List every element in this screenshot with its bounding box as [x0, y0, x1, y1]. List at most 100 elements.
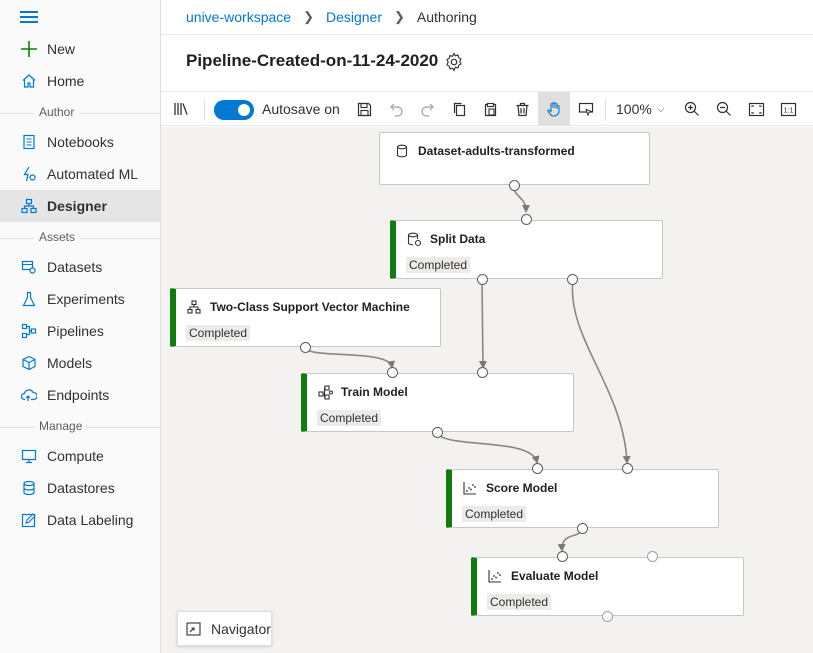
nav-data-labeling-label: Data Labeling — [47, 512, 134, 528]
node-evaluate-model-title: Evaluate Model — [511, 569, 599, 583]
nav-data-labeling[interactable]: Data Labeling — [0, 504, 160, 536]
hamburger-menu-icon[interactable] — [20, 11, 38, 25]
node-split-data[interactable]: Split Data Completed — [390, 220, 663, 279]
monitor-icon — [20, 447, 38, 465]
notebook-icon — [20, 133, 38, 151]
settings-gear-icon[interactable] — [444, 52, 464, 72]
fit-screen-icon[interactable] — [743, 92, 769, 126]
nav-new-label: New — [47, 41, 76, 57]
navigator-icon — [186, 621, 202, 637]
zoom-in-icon[interactable] — [679, 92, 705, 126]
nav-pipelines[interactable]: Pipelines — [0, 315, 160, 347]
node-dataset[interactable]: Dataset-adults-transformed — [379, 132, 650, 185]
nav-compute-label: Compute — [47, 448, 104, 464]
breadcrumb: unive-workspace ❯ Designer ❯ Authoring — [186, 9, 477, 25]
nav-compute[interactable]: Compute — [0, 440, 160, 472]
copy-icon[interactable] — [446, 92, 472, 126]
node-train-model[interactable]: Train Model Completed — [301, 373, 574, 432]
port-svm-output[interactable] — [300, 342, 311, 353]
section-manage: Manage — [0, 419, 160, 435]
port-evaluate-output[interactable] — [602, 611, 613, 622]
model-tree-icon — [186, 299, 202, 315]
chevron-right-icon: ❯ — [394, 9, 405, 24]
designer-icon — [20, 197, 38, 215]
pipeline-icon — [20, 322, 38, 340]
nav-datasets[interactable]: Datasets — [0, 251, 160, 283]
navigator-button[interactable]: Navigator — [177, 611, 272, 646]
pipeline-canvas[interactable]: Dataset-adults-transformed Split Data Co… — [161, 127, 813, 653]
save-icon[interactable] — [351, 92, 377, 126]
nav-home-label: Home — [47, 73, 85, 89]
nav-notebooks[interactable]: Notebooks — [0, 126, 160, 158]
status-badge: Completed — [406, 257, 471, 273]
zoom-out-icon[interactable] — [711, 92, 737, 126]
nav-designer-label: Designer — [47, 198, 107, 214]
section-assets-label: Assets — [34, 230, 81, 244]
breadcrumb-designer-link[interactable]: Designer — [326, 9, 382, 25]
port-evaluate-input-2[interactable] — [647, 551, 658, 562]
pan-hand-icon[interactable] — [538, 92, 570, 126]
header-divider — [161, 34, 813, 35]
wire-split-to-score — [571, 279, 631, 464]
node-score-model[interactable]: Score Model Completed — [446, 469, 719, 528]
port-split-input[interactable] — [521, 214, 532, 225]
autosave-label: Autosave on — [262, 101, 340, 117]
status-badge: Completed — [317, 410, 382, 426]
nav-notebooks-label: Notebooks — [47, 134, 114, 150]
nav-automated-ml-label: Automated ML — [47, 166, 139, 182]
port-score-input-2[interactable] — [622, 463, 633, 474]
zoom-select[interactable]: 100% ⌵ — [616, 92, 664, 126]
redo-icon[interactable] — [414, 92, 440, 126]
node-svm-title: Two-Class Support Vector Machine — [210, 300, 410, 314]
delete-icon[interactable] — [509, 92, 535, 126]
nav-datasets-label: Datasets — [47, 259, 103, 275]
nav-experiments[interactable]: Experiments — [0, 283, 160, 315]
port-evaluate-input-1[interactable] — [557, 551, 568, 562]
chevron-down-icon: ⌵ — [656, 103, 665, 115]
edit-box-icon — [20, 511, 38, 529]
node-evaluate-model[interactable]: Evaluate Model Completed — [471, 557, 744, 616]
port-train-input-1[interactable] — [387, 367, 398, 378]
page-title: Pipeline-Created-on-11-24-2020 — [186, 51, 439, 70]
scatter-chart-icon — [462, 480, 478, 496]
nav-designer[interactable]: Designer — [0, 190, 160, 222]
port-split-output-1[interactable] — [477, 274, 488, 285]
nav-datastores-label: Datastores — [47, 480, 115, 496]
breadcrumb-workspace-link[interactable]: unive-workspace — [186, 9, 291, 25]
status-badge: Completed — [487, 594, 552, 610]
nav-endpoints-label: Endpoints — [47, 387, 110, 403]
endpoint-cloud-icon — [20, 386, 38, 404]
nav-automated-ml[interactable]: Automated ML — [0, 158, 160, 190]
node-two-class-svm[interactable]: Two-Class Support Vector Machine Complet… — [170, 288, 441, 347]
nav-experiments-label: Experiments — [47, 291, 125, 307]
paste-icon[interactable] — [477, 92, 503, 126]
svg-text:1:1: 1:1 — [783, 107, 793, 114]
undo-icon[interactable] — [383, 92, 409, 126]
plus-icon — [20, 40, 38, 58]
port-train-output[interactable] — [432, 427, 443, 438]
library-icon[interactable] — [167, 92, 195, 126]
nav-home[interactable]: Home — [0, 65, 160, 97]
port-dataset-output[interactable] — [509, 180, 520, 191]
left-nav: New Home Author Notebooks Automated ML D… — [0, 0, 161, 653]
navigator-label: Navigator — [211, 620, 271, 637]
port-score-input-1[interactable] — [532, 463, 543, 474]
nav-datastores[interactable]: Datastores — [0, 472, 160, 504]
section-author: Author — [0, 105, 160, 121]
port-train-input-2[interactable] — [477, 367, 488, 378]
port-split-output-2[interactable] — [567, 274, 578, 285]
nav-models[interactable]: Models — [0, 347, 160, 379]
nav-models-label: Models — [47, 355, 93, 371]
wire-split-to-train — [478, 279, 487, 369]
comment-icon[interactable] — [573, 92, 599, 126]
actual-size-icon[interactable]: 1:1 — [775, 92, 801, 126]
nav-pipelines-label: Pipelines — [47, 323, 104, 339]
node-score-model-title: Score Model — [486, 481, 558, 495]
autosave-toggle[interactable] — [214, 100, 254, 120]
database-icon — [20, 479, 38, 497]
nav-endpoints[interactable]: Endpoints — [0, 379, 160, 411]
flask-icon — [20, 290, 38, 308]
node-train-model-title: Train Model — [341, 385, 408, 399]
nav-new[interactable]: New — [0, 33, 160, 65]
port-score-output[interactable] — [577, 523, 588, 534]
